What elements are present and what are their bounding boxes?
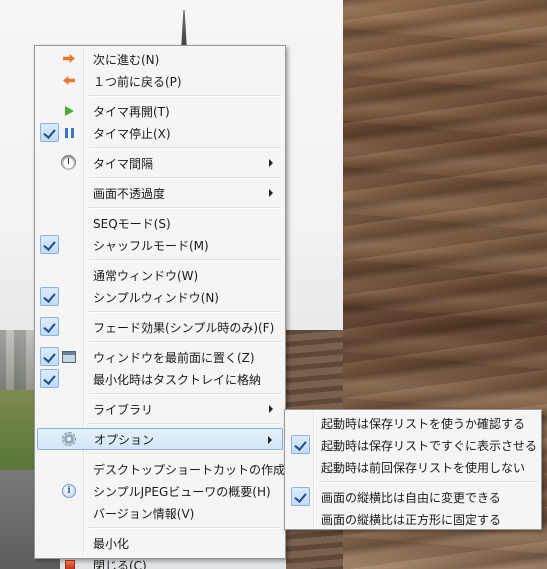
check-mark-icon <box>40 317 59 336</box>
menu-item-version-info[interactable]: バージョン情報(V) <box>37 502 283 524</box>
menu-item-timer-interval[interactable]: タイマ間隔 <box>37 152 283 174</box>
menu-separator <box>89 95 281 97</box>
menu-item-label: 次に進む(N) <box>93 52 160 67</box>
submenu-item-no-previous-list[interactable]: 起動時は前回保存リストを使用しない <box>287 456 539 478</box>
menu-item-label: デスクトップショートカットの作成 <box>93 462 286 477</box>
menu-item-timer-stop[interactable]: タイマ停止(X) <box>37 122 283 144</box>
menu-item-label: タイマ間隔 <box>93 156 154 171</box>
submenu-item-confirm-saved-list[interactable]: 起動時は保存リストを使うか確認する <box>287 412 539 434</box>
menu-item-label: 起動時は保存リストですぐに表示させる <box>321 438 538 453</box>
menu-item-library[interactable]: ライブラリ <box>37 398 283 420</box>
menu-separator <box>89 147 281 149</box>
context-menu: 次に進む(N) １つ前に戻る(P) タイマ再開(T) タイマ停止(X) タイマ間… <box>34 45 286 569</box>
play-icon <box>65 106 74 116</box>
check-mark-icon <box>40 369 59 388</box>
menu-item-label: ウィンドウを最前面に置く(Z) <box>93 350 255 365</box>
menu-item-seq-mode[interactable]: SEQモード(S) <box>37 212 283 234</box>
menu-item-label: タイマ停止(X) <box>93 126 171 141</box>
menu-separator <box>89 393 281 395</box>
menu-item-close[interactable]: 閉じる(C) <box>37 554 283 569</box>
menu-item-normal-window[interactable]: 通常ウィンドウ(W) <box>37 264 283 286</box>
menu-item-fade-effect[interactable]: フェード効果(シンプル時のみ)(F) <box>37 316 283 338</box>
submenu-item-show-saved-list[interactable]: 起動時は保存リストですぐに表示させる <box>287 434 539 456</box>
stop-icon <box>65 560 75 569</box>
check-mark-icon <box>40 123 59 142</box>
window-icon <box>62 351 76 363</box>
menu-item-create-shortcut[interactable]: デスクトップショートカットの作成 <box>37 458 286 480</box>
menu-item-label: 画面の縦横比は正方形に固定する <box>321 512 502 527</box>
options-submenu: 起動時は保存リストを使うか確認する 起動時は保存リストですぐに表示させる 起動時… <box>284 409 542 530</box>
arrow-right-icon <box>63 54 75 63</box>
menu-item-label: シンプルウィンドウ(N) <box>93 290 219 305</box>
submenu-arrow-icon <box>269 189 273 197</box>
menu-item-label: バージョン情報(V) <box>93 506 195 521</box>
menu-item-label: フェード効果(シンプル時のみ)(F) <box>93 320 275 335</box>
menu-separator <box>89 453 281 455</box>
menu-item-label: タイマ再開(T) <box>93 104 170 119</box>
submenu-item-aspect-free[interactable]: 画面の縦横比は自由に変更できる <box>287 486 539 508</box>
menu-item-options[interactable]: オプション <box>37 428 283 450</box>
menu-item-label: 画面不透過度 <box>93 186 166 201</box>
menu-item-next[interactable]: 次に進む(N) <box>37 48 283 70</box>
menu-item-timer-resume[interactable]: タイマ再開(T) <box>37 100 283 122</box>
submenu-arrow-icon <box>268 436 272 444</box>
menu-separator <box>89 259 281 261</box>
menu-item-label: オプション <box>94 432 155 447</box>
menu-item-label: 閉じる(C) <box>93 558 147 569</box>
menu-item-label: 画面の縦横比は自由に変更できる <box>321 490 501 505</box>
menu-separator <box>319 481 537 483</box>
submenu-item-aspect-square[interactable]: 画面の縦横比は正方形に固定する <box>287 508 539 530</box>
gear-icon <box>62 432 76 446</box>
check-mark-icon <box>40 287 59 306</box>
menu-separator <box>89 423 281 425</box>
menu-item-shuffle-mode[interactable]: シャッフルモード(M) <box>37 234 283 256</box>
menu-item-minimize[interactable]: 最小化 <box>37 532 283 554</box>
menu-separator <box>89 341 281 343</box>
pause-icon <box>65 128 74 138</box>
menu-separator <box>89 527 281 529</box>
menu-item-simple-window[interactable]: シンプルウィンドウ(N) <box>37 286 283 308</box>
menu-item-always-on-top[interactable]: ウィンドウを最前面に置く(Z) <box>37 346 283 368</box>
menu-item-minimize-to-tray[interactable]: 最小化時はタスクトレイに格納 <box>37 368 283 390</box>
menu-item-label: ライブラリ <box>93 402 154 417</box>
arrow-left-icon <box>63 76 75 85</box>
menu-separator <box>89 207 281 209</box>
menu-item-prev[interactable]: １つ前に戻る(P) <box>37 70 283 92</box>
check-mark-icon <box>40 347 59 366</box>
menu-item-label: シャッフルモード(M) <box>93 238 209 253</box>
check-mark-icon <box>291 487 310 506</box>
menu-item-label: 通常ウィンドウ(W) <box>93 268 199 283</box>
menu-item-label: １つ前に戻る(P) <box>93 74 182 89</box>
submenu-arrow-icon <box>269 159 273 167</box>
menu-item-about[interactable]: i シンプルJPEGビューワの概要(H) <box>37 480 283 502</box>
menu-item-label: 起動時は保存リストを使うか確認する <box>321 416 526 431</box>
check-mark-icon <box>291 435 310 454</box>
menu-item-label: シンプルJPEGビューワの概要(H) <box>93 484 271 499</box>
menu-separator <box>89 311 281 313</box>
menu-item-opacity[interactable]: 画面不透過度 <box>37 182 283 204</box>
menu-item-label: 最小化 <box>93 536 130 551</box>
menu-item-label: SEQモード(S) <box>93 216 171 231</box>
menu-separator <box>89 177 281 179</box>
submenu-arrow-icon <box>269 405 273 413</box>
menu-item-label: 最小化時はタスクトレイに格納 <box>93 372 262 387</box>
info-icon: i <box>62 484 76 498</box>
check-mark-icon <box>40 235 59 254</box>
stopwatch-icon <box>61 155 76 170</box>
menu-item-label: 起動時は前回保存リストを使用しない <box>321 460 526 475</box>
